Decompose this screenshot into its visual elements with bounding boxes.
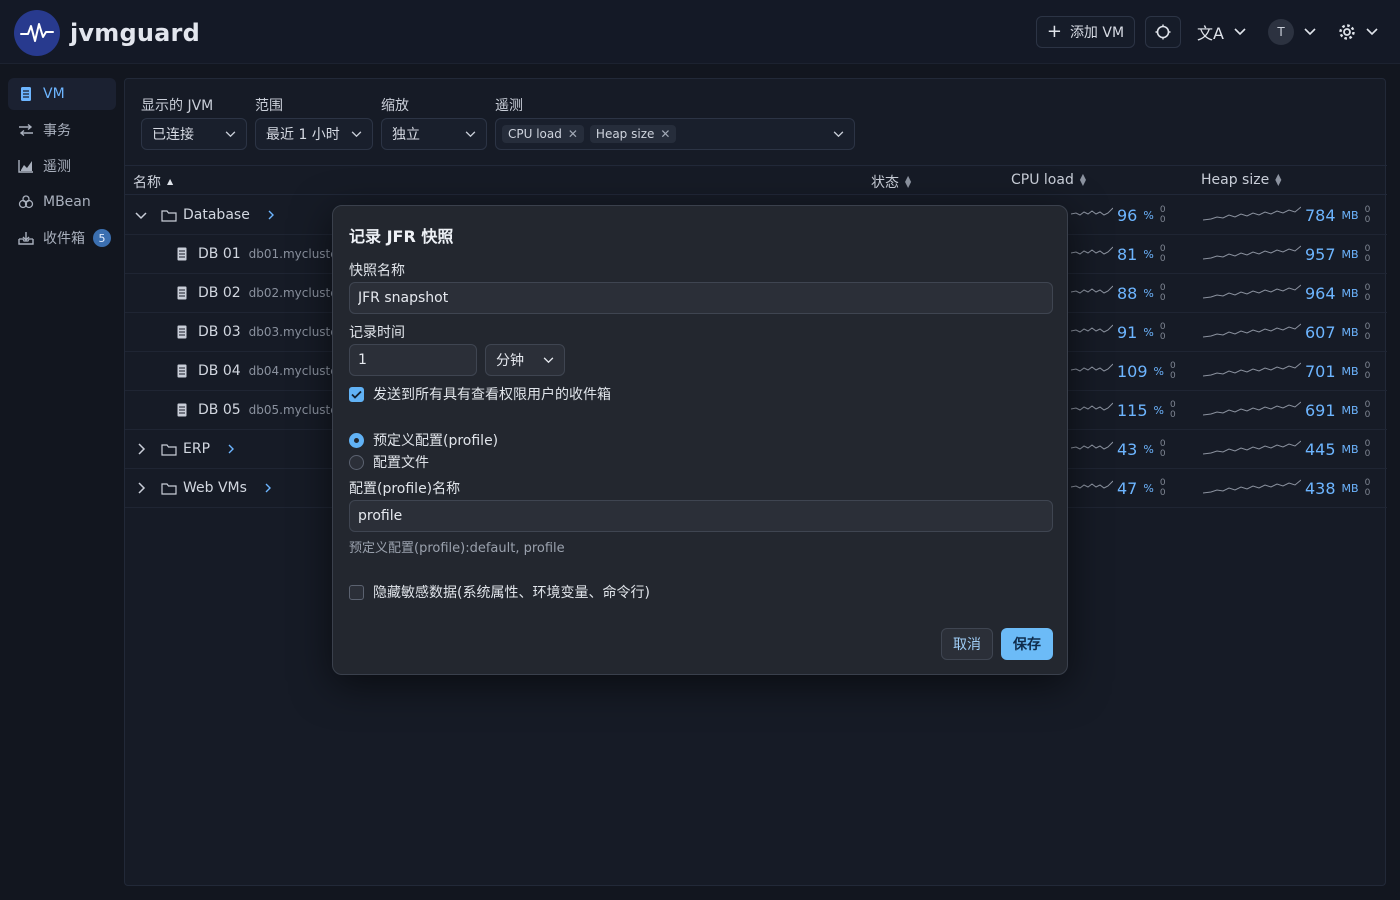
checkbox-label: 发送到所有具有查看权限用户的收件箱: [373, 387, 611, 403]
cancel-button[interactable]: 取消: [941, 628, 993, 660]
checkmark-icon: [351, 390, 362, 399]
profile-name-label: 配置(profile)名称: [349, 481, 461, 497]
hide-sensitive-checkbox[interactable]: [349, 584, 364, 600]
radio-file[interactable]: [349, 454, 364, 470]
save-button[interactable]: 保存: [1001, 628, 1053, 660]
select-value: 分钟: [496, 353, 524, 369]
duration-unit-select[interactable]: 分钟: [485, 344, 565, 376]
hide-sensitive-option[interactable]: 隐藏敏感数据(系统属性、环境变量、命令行): [349, 582, 650, 602]
radio-predefined-option[interactable]: 预定义配置(profile): [349, 430, 498, 450]
radio-label: 配置文件: [373, 455, 429, 471]
checkbox-label: 隐藏敏感数据(系统属性、环境变量、命令行): [373, 585, 650, 601]
send-inbox-checkbox[interactable]: [349, 386, 364, 402]
chevron-down-icon: [543, 356, 554, 363]
duration-input[interactable]: [349, 344, 477, 376]
send-inbox-option[interactable]: 发送到所有具有查看权限用户的收件箱: [349, 384, 611, 404]
snapshot-name-label: 快照名称: [349, 263, 405, 279]
dialog-title: 记录 JFR 快照: [349, 227, 454, 246]
duration-label: 记录时间: [349, 325, 405, 341]
radio-file-option[interactable]: 配置文件: [349, 452, 429, 472]
snapshot-name-input[interactable]: [349, 282, 1053, 314]
radio-predefined[interactable]: [349, 432, 364, 448]
radio-label: 预定义配置(profile): [373, 433, 499, 449]
profile-name-input[interactable]: [349, 500, 1053, 532]
profile-hint: 预定义配置(profile):default, profile: [349, 541, 565, 556]
jfr-snapshot-dialog: 记录 JFR 快照 快照名称 记录时间 分钟 发送到所有具有查看权限用户的收件箱…: [332, 205, 1068, 675]
